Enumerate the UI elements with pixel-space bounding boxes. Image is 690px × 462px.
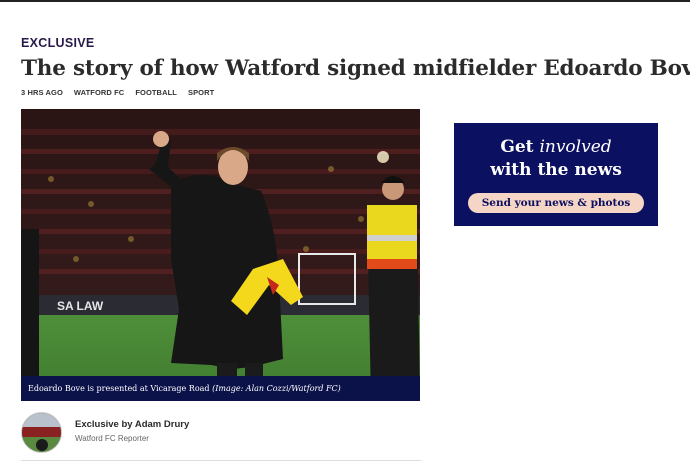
hoarding-text: SA LAW <box>57 299 104 313</box>
image-caption: Edoardo Bove is presented at Vicarage Ro… <box>21 376 420 401</box>
article-kicker: EXCLUSIVE <box>21 36 95 50</box>
tag-link-football[interactable]: FOOTBALL <box>135 88 177 97</box>
author-role: Watford FC Reporter <box>75 434 149 443</box>
article-meta: 3 HRS AGO WATFORD FC FOOTBALL SPORT <box>21 88 214 97</box>
promo-title-get: Get <box>500 137 540 157</box>
promo-title-involved: involved <box>539 137 612 157</box>
hero-photo: SA LAW <box>21 109 420 401</box>
hero-image[interactable]: SA LAW Edoardo Bove is presented at Vica… <box>21 109 420 401</box>
caption-credit: (Image: Alan Cozzi/Watford FC) <box>212 384 341 393</box>
tag-link-watford-fc[interactable]: WATFORD FC <box>74 88 124 97</box>
article-headline: The story of how Watford signed midfield… <box>21 56 690 81</box>
caption-text: Edoardo Bove is presented at Vicarage Ro… <box>28 384 210 393</box>
promo-title: Get involved with the news <box>454 136 658 182</box>
tag-link-sport[interactable]: SPORT <box>188 88 214 97</box>
divider <box>21 460 421 461</box>
promo-title-line2: with the news <box>490 160 622 180</box>
send-news-button[interactable]: Send your news & photos <box>468 193 644 213</box>
author-byline[interactable]: Exclusive by Adam Drury <box>75 419 189 430</box>
top-rule <box>0 0 690 2</box>
author-avatar[interactable] <box>21 412 62 453</box>
get-involved-promo: Get involved with the news Send your new… <box>454 123 658 226</box>
author-block: Exclusive by Adam Drury Watford FC Repor… <box>21 410 421 461</box>
publish-time: 3 HRS AGO <box>21 88 63 97</box>
